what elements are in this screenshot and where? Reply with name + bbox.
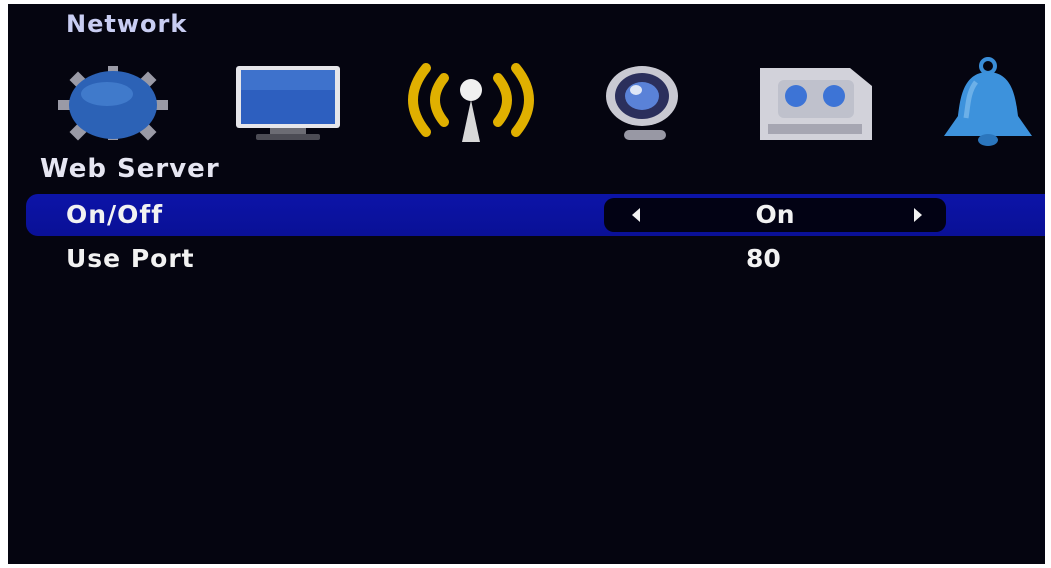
osd-screen: Network Web Server On/Off On Use Port 80 <box>8 4 1045 564</box>
page-title: Network <box>66 10 188 38</box>
value-selector[interactable]: On <box>604 198 946 232</box>
recorder-icon[interactable] <box>756 56 886 152</box>
webcam-icon[interactable] <box>598 56 694 152</box>
setting-row-on-off[interactable]: On/Off On <box>26 194 1045 236</box>
right-arrow-icon[interactable] <box>914 208 922 222</box>
bell-icon[interactable] <box>932 56 1044 152</box>
monitor-icon[interactable] <box>230 56 346 152</box>
gear-icon[interactable] <box>52 56 172 152</box>
section-title: Web Server <box>40 154 220 184</box>
setting-label: On/Off <box>66 200 164 229</box>
setting-row-use-port[interactable]: Use Port 80 <box>26 238 1045 280</box>
menu-icon-bar <box>8 56 1045 156</box>
setting-label: Use Port <box>66 244 195 273</box>
setting-value: On <box>755 200 795 229</box>
setting-value: 80 <box>746 244 781 273</box>
wireless-network-icon[interactable] <box>396 56 546 152</box>
